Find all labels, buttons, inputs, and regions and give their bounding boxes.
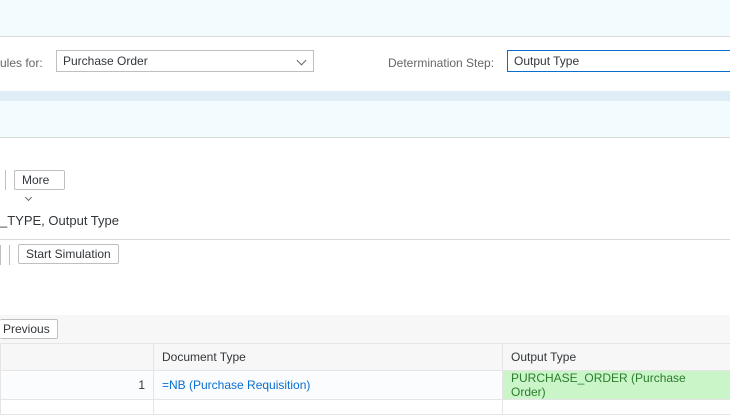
toolbar-separator xyxy=(9,245,10,265)
section-title: _TYPE, Output Type xyxy=(0,213,119,228)
toolbar-separator xyxy=(5,170,6,190)
table-toolbar xyxy=(0,315,730,343)
rules-for-label: ules for: xyxy=(0,56,43,70)
decision-table: Document Type Output Type 1 =NB (Purchas… xyxy=(0,343,730,415)
document-category-value: Purchase Order xyxy=(63,54,148,68)
output-type-cell[interactable]: PURCHASE_ORDER (Purchase Order) xyxy=(503,371,730,400)
previous-button[interactable]: Previous xyxy=(0,319,58,339)
column-header-output-type: Output Type xyxy=(503,344,730,371)
table-header-row: Document Type Output Type xyxy=(1,344,730,371)
document-type-cell[interactable]: =NB (Purchase Requisition) xyxy=(154,371,503,400)
document-category-select[interactable]: Purchase Order xyxy=(56,50,314,72)
empty-cell xyxy=(1,400,154,415)
determination-step-label: Determination Step: xyxy=(388,56,494,70)
column-header-document-type: Document Type xyxy=(154,344,503,371)
title-divider xyxy=(0,239,730,240)
header-band xyxy=(0,0,730,37)
table-row xyxy=(1,400,730,415)
start-simulation-button[interactable]: Start Simulation xyxy=(18,244,119,264)
column-header xyxy=(1,344,154,371)
row-index: 1 xyxy=(1,371,154,400)
determination-step-value: Output Type xyxy=(514,54,579,68)
chevron-down-icon xyxy=(297,56,307,66)
section-divider xyxy=(0,91,730,101)
empty-cell xyxy=(503,400,730,415)
toolbar-separator xyxy=(0,245,1,265)
sub-header-band xyxy=(0,101,730,138)
chevron-down-icon xyxy=(25,194,32,201)
more-button[interactable]: More xyxy=(14,170,65,190)
table-row[interactable]: 1 =NB (Purchase Requisition) PURCHASE_OR… xyxy=(1,371,730,400)
determination-step-input[interactable]: Output Type xyxy=(507,50,730,72)
more-button-label: More xyxy=(22,173,49,187)
empty-cell xyxy=(154,400,503,415)
